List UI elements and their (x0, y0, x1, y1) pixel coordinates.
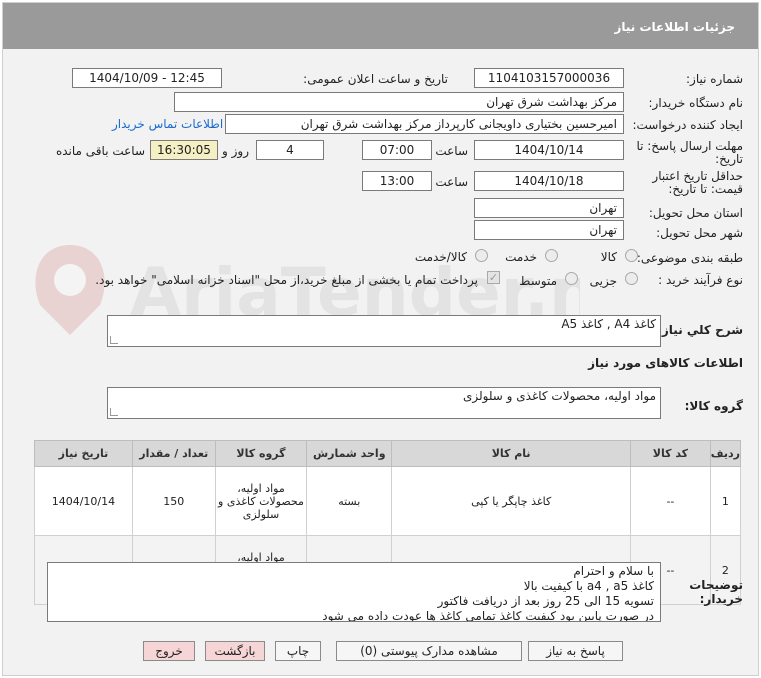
col-header-qty: تعداد / مقدار (131, 440, 216, 467)
cell-code: -- (630, 466, 711, 536)
category-goods-label: کالا (600, 250, 617, 264)
category-service-label: خدمت (505, 250, 537, 264)
day-word-label: روز و (222, 144, 249, 158)
cell-row: 1 (709, 466, 742, 536)
cell-name: کاغذ چاپگر یا کپی (391, 466, 632, 536)
validity-label-2: قیمت: تا تاریخ: (668, 182, 743, 196)
reply-deadline-label: مهلت ارسال پاسخ: تا (636, 139, 743, 153)
buyer-notes-field: با سلام و احترام کاغذ a4 , a5 با کیفیت ب… (47, 562, 661, 622)
cell-date: 1404/10/14 (34, 466, 133, 536)
city-field: تهران (474, 220, 624, 240)
note-line: با سلام و احترام (573, 564, 654, 578)
buyer-notes-label: توضیحات (689, 578, 743, 592)
buyer-notes-label-2: خریدار: (699, 592, 743, 606)
table-row[interactable]: 1 -- کاغذ چاپگر یا کپی بسته مواد اولیه، … (34, 466, 742, 536)
category-goods-service-radio[interactable] (475, 249, 488, 262)
category-service-radio[interactable] (545, 249, 558, 262)
col-header-code: کد کالا (630, 440, 711, 467)
process-medium-radio[interactable] (565, 272, 578, 285)
validity-time-label: ساعت (435, 175, 468, 189)
back-button[interactable]: بازگشت (205, 641, 265, 661)
buyer-org-label: نام دستگاه خریدار: (648, 96, 744, 110)
remaining-label: ساعت باقی مانده (55, 144, 145, 158)
reply-time-label: ساعت (435, 144, 468, 158)
col-header-unit: واحد شمارش (306, 440, 393, 467)
page-title: جزئیات اطلاعات نیاز (3, 3, 758, 49)
general-desc-text: کاغذ A4 , کاغذ A5 (561, 317, 656, 331)
resize-grip-icon[interactable] (110, 408, 118, 416)
announce-datetime-field: 1404/10/09 - 12:45 (72, 68, 222, 88)
general-desc-label: شرح كلي نياز: (657, 323, 743, 337)
reply-deadline-label-2: تاریخ: (715, 152, 743, 166)
days-field: 4 (256, 140, 324, 160)
category-goods-radio[interactable] (625, 249, 638, 262)
reply-button[interactable]: پاسخ به نیاز (528, 641, 623, 661)
print-button[interactable]: چاپ (275, 641, 321, 661)
col-header-row: ردیف (709, 440, 742, 467)
col-header-group: گروه کالا (214, 440, 308, 467)
process-type-label: نوع فرآیند خرید : (658, 273, 743, 287)
cell-qty: 150 (131, 466, 216, 536)
need-number-label: شماره نیاز: (686, 72, 743, 86)
general-desc-field: کاغذ A4 , کاغذ A5 (107, 315, 661, 347)
note-line: کاغذ a4 , a5 با کیفیت بالا (523, 579, 654, 593)
cell-group: مواد اولیه، محصولات کاغذی و سلولزی (214, 466, 308, 536)
validity-date-field: 1404/10/18 (474, 171, 624, 191)
payment-note: پرداخت تمام یا بخشی از مبلغ خرید،از محل … (95, 273, 478, 287)
requester-label: ایجاد کننده درخواست: (632, 118, 743, 132)
col-header-name: نام کالا (391, 440, 632, 467)
col-header-date: تاریخ نیاز (34, 440, 133, 467)
announce-datetime-label: تاریخ و ساعت اعلان عمومی: (303, 72, 448, 86)
reply-time-field: 07:00 (362, 140, 432, 160)
province-label: استان محل تحویل: (648, 206, 743, 220)
validity-label: حداقل تاریخ اعتبار (652, 169, 743, 183)
province-field: تهران (474, 198, 624, 218)
buyer-contact-link[interactable]: اطلاعات تماس خریدار (112, 117, 223, 131)
requester-field: امیرحسین بختیاری داویجانی کارپرداز مرکز … (225, 114, 624, 134)
process-medium-label: متوسط (519, 274, 557, 288)
process-partial-radio[interactable] (625, 272, 638, 285)
need-number-field: 1104103157000036 (474, 68, 624, 88)
resize-grip-icon[interactable] (110, 336, 118, 344)
process-partial-label: جزیی (589, 274, 617, 288)
goods-info-heading: اطلاعات کالاهای مورد نیاز (588, 356, 743, 370)
goods-group-field: مواد اولیه، محصولات کاغذی و سلولزی (107, 387, 661, 419)
validity-time-field: 13:00 (362, 171, 432, 191)
buyer-org-field: مرکز بهداشت شرق تهران (174, 92, 624, 112)
attachments-button[interactable]: مشاهده مدارک پیوستی (0) (336, 641, 522, 661)
reply-date-field: 1404/10/14 (474, 140, 624, 160)
remaining-time-field: 16:30:05 (150, 140, 218, 160)
exit-button[interactable]: خروج (143, 641, 195, 661)
payment-checkbox[interactable]: ✓ (487, 271, 500, 284)
city-label: شهر محل تحویل: (656, 226, 743, 240)
note-line: تسویه 15 الی 25 روز بعد از دریافت فاکتور (437, 594, 654, 608)
note-line: در صورت پایین بود کیفیت کاغذ تمامی کاغذ … (322, 609, 654, 622)
cell-unit: بسته (306, 466, 393, 536)
goods-group-label: گروه کالا: (684, 399, 743, 413)
goods-group-text: مواد اولیه، محصولات کاغذی و سلولزی (462, 389, 656, 403)
category-label: طبقه بندی موضوعی: (636, 251, 743, 265)
category-goods-service-label: کالا/خدمت (414, 250, 467, 264)
